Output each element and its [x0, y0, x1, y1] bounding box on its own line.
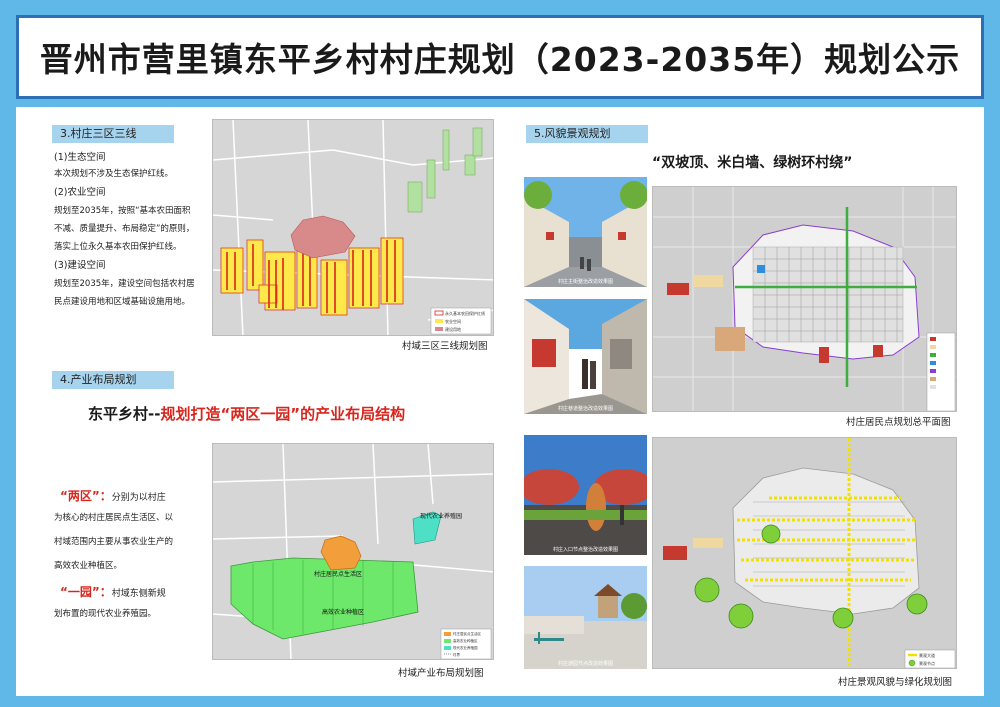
- main-street-photo: 村庄主街整治改造效果图: [524, 177, 647, 287]
- one-park-line-1: 村域东侧新规: [111, 589, 166, 599]
- sec3-text-2c: 落实上位永久基本农田保护红线。: [54, 242, 182, 252]
- land-legend-1: 景观大道: [919, 652, 935, 658]
- landscape-plan-map: 景观大道 景观节点: [652, 437, 957, 669]
- sec3-text-2a: 规划至2035年，按照“基本农田面积: [54, 206, 191, 216]
- garden-photo: 村庄游园节点改造效果图: [524, 566, 647, 669]
- one-park-line-2: 划布置的现代农业养殖园。: [54, 609, 157, 619]
- industry-headline-structure: 规划打造“两区一园”的产业布局结构: [160, 405, 406, 423]
- village-zone-label: 村庄居民点生活区: [314, 570, 362, 578]
- photo-caption-1: 村庄主街整治改造效果图: [557, 279, 613, 285]
- master-plan-legend: [926, 332, 956, 411]
- land-legend-2: 景观节点: [919, 660, 935, 666]
- alley-photo: 村庄巷道整治改造效果图: [524, 299, 647, 414]
- legend-text-3: 建设用地: [445, 326, 461, 332]
- industry-map: 村庄居民点生活区 高效农业种植区 现代农业养殖园 村庄居民点生活区 高效农业种植…: [212, 443, 494, 660]
- ind-legend-1: 村庄居民点生活区: [453, 631, 481, 636]
- sec3-text-3a: 规划至2035年，建设空间包括农村居: [54, 279, 195, 289]
- page-title: 晋州市营里镇东平乡村村庄规划（2023-2035年）规划公示: [39, 40, 961, 79]
- master-plan-graphic: [653, 187, 956, 411]
- content-panel: 3.村庄三区三线 (1)生态空间 本次规划不涉及生态保护红线。 (2)农业空间 …: [16, 107, 984, 696]
- sec3-heading-3: (3)建设空间: [54, 260, 106, 271]
- photo-caption-2: 村庄巷道整治改造效果图: [557, 406, 613, 412]
- one-park-text-a: “一园”：村域东侧新规: [60, 583, 166, 603]
- sec3-text-3b: 民点建设用地和区域基础设施用地。: [54, 297, 191, 307]
- photo-caption-3: 村庄入口节点整治改造效果图: [552, 547, 618, 553]
- industry-map-graphic: 村庄居民点生活区 高效农业种植区 现代农业养殖园 村庄居民点生活区 高效农业种植…: [213, 444, 493, 659]
- sec3-text-2b: 不减、质量提升、布局稳定”的原则，: [54, 224, 195, 234]
- industry-headline: 东平乡村--规划打造“两区一园”的产业布局结构: [88, 403, 405, 424]
- section-3-tag: 3.村庄三区三线: [52, 125, 174, 143]
- sec3-text-1: 本次规划不涉及生态保护红线。: [54, 169, 174, 179]
- entrance-photo: 村庄入口节点整治改造效果图: [524, 435, 647, 555]
- two-zones-line-2: 为核心的村庄居民点生活区、以: [54, 513, 174, 523]
- section-4-tag: 4.产业布局规划: [52, 371, 174, 389]
- landscape-plan-graphic: 景观大道 景观节点: [653, 438, 956, 668]
- master-plan-caption: 村庄居民点规划总平面图: [846, 417, 951, 428]
- industry-caption: 村域产业布局规划图: [398, 668, 484, 679]
- title-banner: 晋州市营里镇东平乡村村庄规划（2023-2035年）规划公示: [16, 15, 984, 99]
- one-park-label: “一园”：: [60, 585, 112, 599]
- ind-legend-4: 村界: [453, 652, 461, 657]
- ind-legend-3: 现代农业养殖园: [453, 645, 478, 650]
- three-zones-map: 永久基本农田保护红线 农业空间 建设用地: [212, 119, 494, 336]
- master-plan-map: [652, 186, 957, 412]
- legend-text-1: 永久基本农田保护红线: [445, 310, 485, 316]
- landscape-plan-caption: 村庄景观风貌与绿化规划图: [838, 677, 953, 688]
- poster: 晋州市营里镇东平乡村村庄规划（2023-2035年）规划公示 3.村庄三区三线 …: [0, 0, 1000, 707]
- park-zone-label: 现代农业养殖园: [420, 512, 462, 520]
- photo-caption-4: 村庄游园节点改造效果图: [557, 661, 613, 667]
- two-zones-line-1: 分别为以村庄: [111, 493, 166, 503]
- legend-text-2: 农业空间: [445, 318, 461, 324]
- farm-zone-label: 高效农业种植区: [322, 608, 364, 616]
- two-zones-label: “两区”：: [60, 489, 112, 503]
- section-5-tag: 5.风貌景观规划: [526, 125, 648, 143]
- two-zones-line-3: 村域范围内主要从事农业生产的: [54, 537, 174, 547]
- ind-legend-2: 高效农业种植区: [453, 638, 478, 643]
- three-zones-map-graphic: 永久基本农田保护红线 农业空间 建设用地: [213, 120, 493, 335]
- sec3-heading-2: (2)农业空间: [54, 187, 106, 198]
- landscape-slogan: “双坡顶、米白墙、绿树环村绕”: [652, 155, 853, 171]
- two-zones-line-4: 高效农业种植区。: [54, 561, 123, 571]
- three-zones-caption: 村域三区三线规划图: [402, 341, 488, 352]
- industry-headline-village: 东平乡村--: [88, 405, 161, 423]
- two-zones-text-a: “两区”：分别为以村庄: [60, 487, 166, 507]
